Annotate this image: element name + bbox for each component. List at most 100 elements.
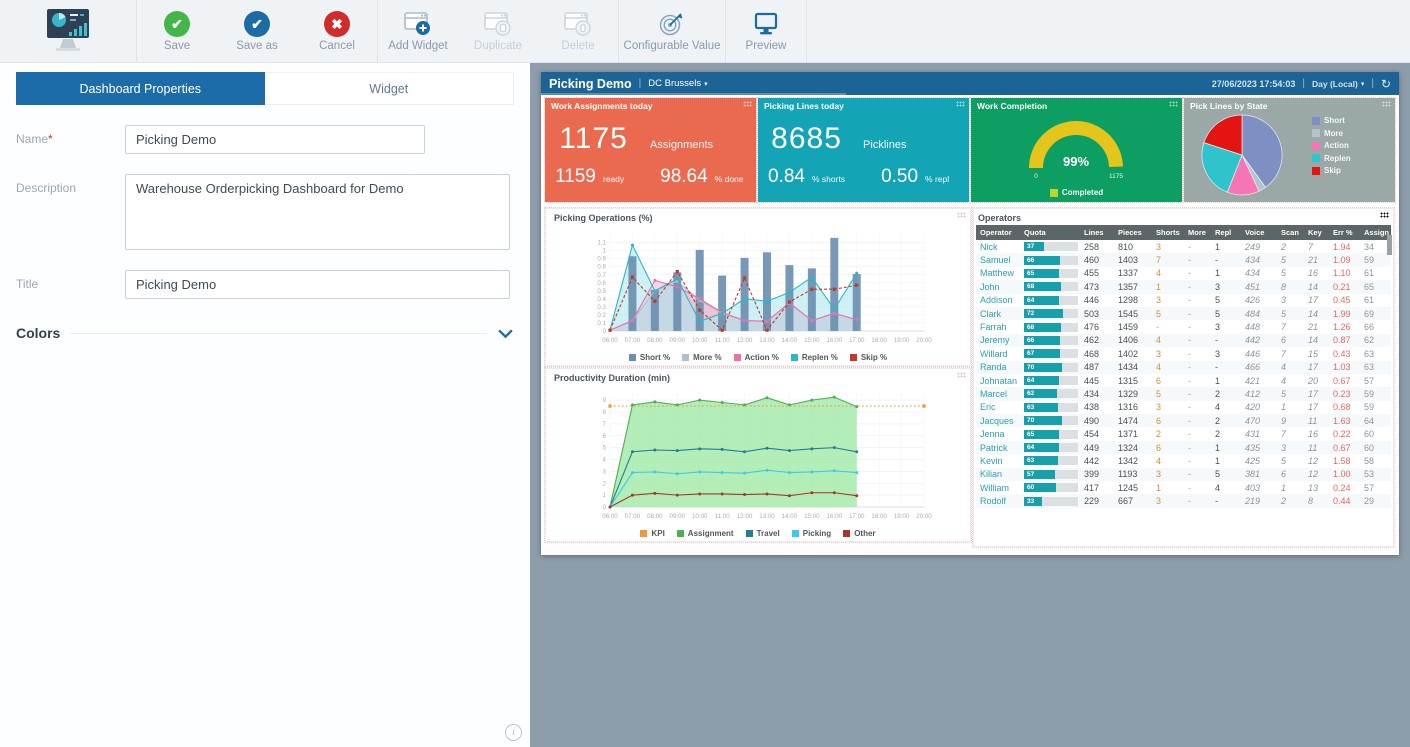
table-row[interactable]: Jacques7049014746-24709111.6364	[976, 414, 1391, 427]
save-button[interactable]: ✔ Save	[137, 0, 217, 62]
save-as-button[interactable]: ✔ Save as	[217, 0, 297, 62]
info-icon[interactable]: i	[505, 724, 522, 741]
table-row[interactable]: Patrick6444913246-14353110.6760	[976, 441, 1391, 454]
table-cell: 58	[1360, 454, 1391, 467]
table-column-header[interactable]: Repl	[1211, 225, 1241, 240]
legend-label: Action %	[745, 353, 779, 362]
chevron-down-icon[interactable]	[497, 328, 514, 339]
table-row[interactable]: Samuel6646014037--4345211.0959	[976, 253, 1391, 266]
table-row[interactable]: Marcel6243413295-24125170.2359	[976, 387, 1391, 400]
table-row[interactable]: Matthew6545513374-14345161.1061	[976, 267, 1391, 280]
table-row[interactable]: Farrah684761459--34487211.2666	[976, 320, 1391, 333]
refresh-icon[interactable]: ↻	[1381, 78, 1391, 90]
table-row[interactable]: John6847313571-34518140.2165	[976, 280, 1391, 293]
configurable-value-button[interactable]: Configurable Value	[619, 0, 725, 62]
widget-drag-handle-icon[interactable]	[1169, 101, 1178, 107]
widget-drag-handle-icon[interactable]	[1380, 212, 1389, 218]
description-input[interactable]: Warehouse Orderpicking Dashboard for Dem…	[125, 174, 510, 250]
duplicate-label: Duplicate	[474, 40, 522, 52]
table-row[interactable]: Kevin6344213424-14255121.5858	[976, 454, 1391, 467]
widget-drag-handle-icon[interactable]	[1382, 101, 1391, 107]
table-cell: Addison	[976, 294, 1020, 307]
table-cell: 12	[1304, 454, 1329, 467]
table-row[interactable]: Addison6444612983-54263170.4561	[976, 294, 1391, 307]
quota-bar-cell: 72	[1020, 307, 1080, 320]
delete-button[interactable]: Delete	[538, 0, 618, 62]
svg-text:15:00: 15:00	[804, 337, 820, 344]
widget-picking-lines[interactable]: Picking Lines today 8685 Picklines 0.84 …	[758, 98, 969, 202]
table-row[interactable]: Randa7048714344--4664171.0363	[976, 361, 1391, 374]
table-column-header[interactable]: Lines	[1080, 225, 1114, 240]
table-cell: 1	[1211, 441, 1241, 454]
legend-label: Completed	[1062, 188, 1103, 197]
operators-table[interactable]: OperatorQuotaLinesPiecesShortsMoreReplVo…	[974, 225, 1393, 508]
svg-text:6: 6	[603, 433, 607, 440]
location-selector[interactable]: DC Brussels	[648, 78, 701, 89]
colors-section-header[interactable]: Colors	[16, 325, 514, 341]
table-column-header[interactable]: More	[1184, 225, 1211, 240]
widget-drag-handle-icon[interactable]	[956, 101, 965, 107]
preview-button[interactable]: Preview	[726, 0, 806, 62]
table-row[interactable]: Jeremy6646214064--4426140.8762	[976, 334, 1391, 347]
legend-swatch	[1312, 154, 1320, 162]
kpi-value: 1175	[545, 122, 642, 156]
widget-work-completion[interactable]: Work Completion 0117599% Completed	[971, 98, 1182, 202]
location-caret-icon[interactable]: ▾	[704, 80, 708, 88]
table-cell: 6	[1277, 334, 1304, 347]
legend-item: Skip	[1312, 166, 1341, 175]
table-column-header[interactable]: Operator	[976, 225, 1020, 240]
table-cell: 21	[1304, 253, 1329, 266]
table-column-header[interactable]: Shorts	[1152, 225, 1184, 240]
widget-drag-handle-icon[interactable]	[743, 101, 752, 107]
table-column-header[interactable]: Pieces	[1114, 225, 1152, 240]
table-column-header[interactable]: Scan	[1277, 225, 1304, 240]
widget-operators-table[interactable]: Operators OperatorQuotaLinesPiecesShorts…	[973, 208, 1394, 547]
legend-item: Action %	[734, 353, 779, 362]
svg-text:0.8: 0.8	[597, 264, 606, 271]
kpi-label: % done	[715, 174, 744, 184]
table-row[interactable]: William6041712451-44031130.2457	[976, 481, 1391, 494]
table-cell: 484	[1241, 307, 1277, 320]
widget-productivity-duration[interactable]: Productivity Duration (min) 06:0007:0008…	[545, 368, 971, 542]
widget-picking-operations[interactable]: Picking Operations (%) 06:0007:0008:0009…	[545, 208, 971, 366]
period-selector[interactable]: Day (Local)	[1312, 79, 1358, 89]
preview-label: Preview	[746, 40, 787, 52]
period-caret-icon[interactable]: ▾	[1361, 80, 1365, 88]
duplicate-button[interactable]: Duplicate	[458, 0, 538, 62]
table-row[interactable]: Nick372588103-1249271.9434	[976, 240, 1391, 253]
table-scrollbar[interactable]	[1387, 235, 1392, 255]
svg-text:9: 9	[603, 397, 607, 404]
table-row[interactable]: Johnatan6444513156-14214200.6757	[976, 374, 1391, 387]
name-input[interactable]	[125, 125, 425, 154]
title-input[interactable]	[125, 270, 510, 299]
tab-widget[interactable]: Widget	[265, 72, 515, 105]
table-cell: 69	[1360, 307, 1391, 320]
widget-pick-lines-by-state[interactable]: Pick Lines by State ShortMoreActionReple…	[1184, 98, 1395, 202]
add-widget-button[interactable]: Add Widget	[378, 0, 458, 62]
table-cell: 21	[1304, 320, 1329, 333]
table-row[interactable]: Clark7250315455-54845141.9969	[976, 307, 1391, 320]
tab-dashboard-properties[interactable]: Dashboard Properties	[16, 72, 265, 105]
cancel-button[interactable]: ✖ Cancel	[297, 0, 377, 62]
table-row[interactable]: Willard6746814023-34467150.4363	[976, 347, 1391, 360]
table-cell: 1371	[1114, 427, 1152, 440]
svg-text:13:00: 13:00	[759, 337, 775, 344]
widget-work-assignments[interactable]: Work Assignments today 1175 Assignments …	[545, 98, 756, 202]
table-column-header[interactable]: Err %	[1329, 225, 1360, 240]
table-cell: 57	[1360, 481, 1391, 494]
legend-swatch	[1312, 167, 1320, 175]
widget-drag-handle-icon[interactable]	[957, 372, 966, 378]
table-row[interactable]: Jenna6545413712-24317160.2260	[976, 427, 1391, 440]
table-cell: 5	[1277, 387, 1304, 400]
widget-drag-handle-icon[interactable]	[957, 212, 966, 218]
table-row[interactable]: Eric6343813163-44201170.6859	[976, 401, 1391, 414]
table-cell: 12	[1304, 468, 1329, 481]
quota-bar-cell: 64	[1020, 294, 1080, 307]
table-row[interactable]: Kilian5739911933-53816121.0053	[976, 468, 1391, 481]
table-column-header[interactable]: Quota	[1020, 225, 1080, 240]
table-cell: -	[1184, 387, 1211, 400]
table-column-header[interactable]: Voice	[1241, 225, 1277, 240]
table-cell: 3	[1152, 347, 1184, 360]
table-column-header[interactable]: Key	[1304, 225, 1329, 240]
table-row[interactable]: Rodolf332296673--219280.4429	[976, 494, 1391, 507]
